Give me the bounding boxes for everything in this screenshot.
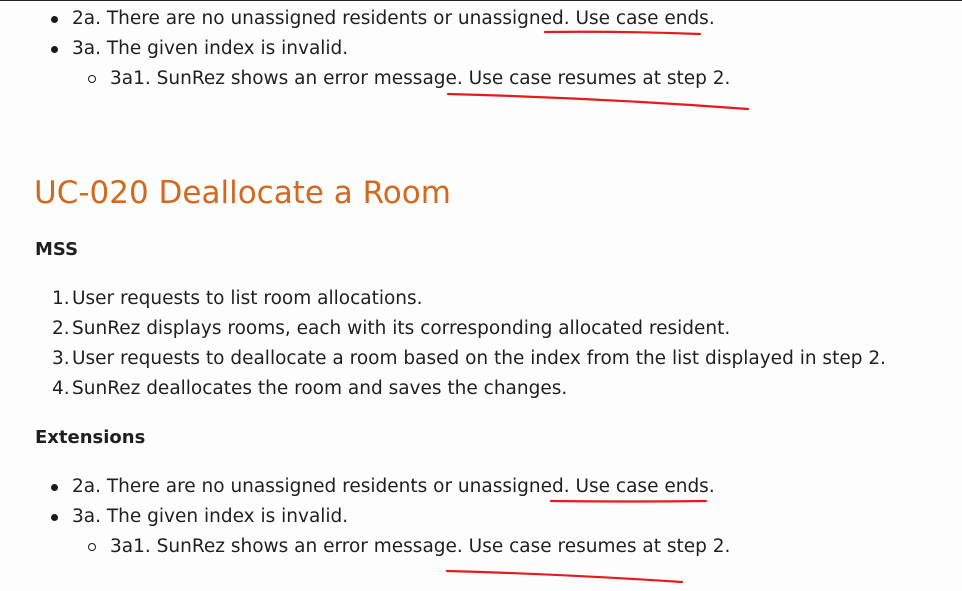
red-underline-annotation [543,30,702,36]
extension-3a: 3a. The given index is invalid. [72,506,349,527]
mss-step-text: User requests to list room allocations. [72,288,423,309]
mss-step-text: SunRez deallocates the room and saves th… [72,378,568,399]
mss-step-number: 3. [52,348,70,369]
red-underline-annotation [549,499,708,503]
bullet-dot [51,514,58,521]
top-extension-3a: 3a. The given index is invalid. [72,38,349,59]
mss-heading: MSS [35,239,79,260]
top-extension-3a1: 3a1. SunRez shows an error message. Use … [110,68,731,89]
bullet-dot [51,46,58,53]
top-extension-2a: 2a. There are no unassigned residents or… [72,8,715,29]
red-underline-annotation [446,92,750,111]
mss-step-text: User requests to deallocate a room based… [72,348,886,369]
mss-step-number: 1. [52,288,70,309]
extension-2a: 2a. There are no unassigned residents or… [72,476,715,497]
sub-bullet-circle [88,543,96,551]
bullet-dot [51,484,58,491]
red-underline-annotation [445,569,684,584]
bullet-dot [51,16,58,23]
sub-bullet-circle [88,75,96,83]
top-border-line [0,0,962,1]
mss-step-number: 4. [52,378,70,399]
mss-step-number: 2. [52,318,70,339]
extensions-heading: Extensions [35,427,146,448]
use-case-heading: UC-020 Deallocate a Room [34,175,451,211]
mss-step-text: SunRez displays rooms, each with its cor… [72,318,731,339]
extension-3a1: 3a1. SunRez shows an error message. Use … [110,536,731,557]
